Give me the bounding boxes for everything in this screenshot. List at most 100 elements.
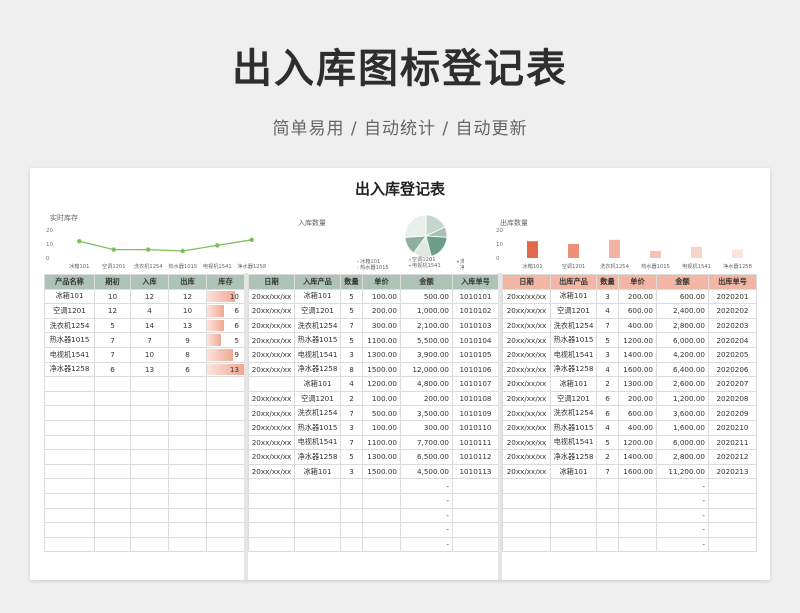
table-cell[interactable]: 600.00 <box>618 405 657 421</box>
table-cell[interactable] <box>248 478 295 494</box>
table-cell[interactable] <box>206 463 245 480</box>
table-cell[interactable] <box>130 522 169 538</box>
table-cell[interactable]: 20xx/xx/xx <box>248 317 295 334</box>
table-cell[interactable]: 100.00 <box>362 288 401 305</box>
table-cell[interactable]: 6 <box>168 361 207 378</box>
table-cell[interactable]: - <box>656 492 709 509</box>
table-cell[interactable]: 20xx/xx/xx <box>502 376 551 392</box>
table-cell[interactable] <box>708 522 757 538</box>
table-cell[interactable] <box>94 463 131 480</box>
table-cell[interactable] <box>168 390 207 407</box>
table-cell[interactable]: 冰箱101 <box>294 463 341 480</box>
table-cell[interactable]: 6 <box>596 405 619 421</box>
table-cell[interactable] <box>550 478 597 494</box>
table-cell[interactable]: 冰箱101 <box>294 376 341 392</box>
table-cell[interactable]: - <box>656 536 709 553</box>
stock-level-cell[interactable]: 10 <box>206 288 245 305</box>
table-cell[interactable] <box>206 434 245 451</box>
table-cell[interactable]: 6 <box>94 361 131 378</box>
table-cell[interactable]: 10 <box>168 303 207 319</box>
table-cell[interactable] <box>44 449 95 465</box>
table-cell[interactable]: 2020205 <box>708 346 757 363</box>
table-cell[interactable]: 净水器1258 <box>550 361 597 378</box>
table-cell[interactable]: 9 <box>168 332 207 348</box>
table-cell[interactable]: 2020204 <box>708 332 757 348</box>
table-cell[interactable] <box>168 463 207 480</box>
table-cell[interactable] <box>452 522 499 538</box>
table-cell[interactable] <box>206 390 245 407</box>
table-cell[interactable]: 600.00 <box>618 303 657 319</box>
table-cell[interactable] <box>596 478 619 494</box>
table-cell[interactable] <box>708 507 757 524</box>
table-cell[interactable]: 20xx/xx/xx <box>248 419 295 436</box>
table-cell[interactable]: 2,800.00 <box>656 449 709 465</box>
table-cell[interactable]: 20xx/xx/xx <box>502 361 551 378</box>
table-cell[interactable]: 20xx/xx/xx <box>502 332 551 348</box>
table-cell[interactable] <box>502 478 551 494</box>
table-cell[interactable]: 1200.00 <box>618 434 657 451</box>
table-cell[interactable]: 1010110 <box>452 419 499 436</box>
table-cell[interactable]: 1500.00 <box>362 361 401 378</box>
table-cell[interactable]: 热水器1015 <box>550 419 597 436</box>
table-cell[interactable]: 热水器1015 <box>550 332 597 348</box>
table-cell[interactable]: 1400.00 <box>618 449 657 465</box>
table-cell[interactable]: 20xx/xx/xx <box>248 405 295 421</box>
table-cell[interactable]: 7,700.00 <box>400 434 453 451</box>
table-cell[interactable]: 3,500.00 <box>400 405 453 421</box>
table-cell[interactable] <box>550 492 597 509</box>
table-cell[interactable] <box>94 478 131 494</box>
table-cell[interactable] <box>130 390 169 407</box>
table-cell[interactable]: 10 <box>94 288 131 305</box>
table-cell[interactable]: 100.00 <box>362 419 401 436</box>
table-cell[interactable]: 空调1201 <box>294 390 341 407</box>
table-cell[interactable]: 冰箱101 <box>550 288 597 305</box>
table-cell[interactable] <box>44 522 95 538</box>
table-cell[interactable] <box>618 478 657 494</box>
table-cell[interactable]: 8 <box>340 361 363 378</box>
table-cell[interactable] <box>168 434 207 451</box>
table-cell[interactable] <box>294 492 341 509</box>
table-cell[interactable] <box>248 522 295 538</box>
table-cell[interactable] <box>168 449 207 465</box>
table-cell[interactable]: 洗衣机1254 <box>294 317 341 334</box>
table-cell[interactable]: 5 <box>340 303 363 319</box>
table-cell[interactable] <box>94 405 131 421</box>
table-cell[interactable] <box>44 463 95 480</box>
table-cell[interactable]: 净水器1258 <box>550 449 597 465</box>
table-cell[interactable] <box>206 419 245 436</box>
table-cell[interactable]: 6,400.00 <box>656 361 709 378</box>
table-cell[interactable]: 5 <box>94 317 131 334</box>
table-cell[interactable] <box>294 536 341 553</box>
table-cell[interactable] <box>206 522 245 538</box>
table-cell[interactable] <box>618 522 657 538</box>
table-cell[interactable]: 电视机1541 <box>550 434 597 451</box>
table-cell[interactable] <box>168 478 207 494</box>
table-cell[interactable]: 空调1201 <box>550 390 597 407</box>
table-cell[interactable] <box>130 419 169 436</box>
table-cell[interactable]: 空调1201 <box>44 303 95 319</box>
table-cell[interactable]: 20xx/xx/xx <box>502 303 551 319</box>
table-cell[interactable]: 1010112 <box>452 449 499 465</box>
stock-level-cell[interactable]: 13 <box>206 361 245 378</box>
table-cell[interactable] <box>168 376 207 392</box>
table-cell[interactable]: 3,600.00 <box>656 405 709 421</box>
table-cell[interactable] <box>452 492 499 509</box>
table-cell[interactable] <box>94 434 131 451</box>
table-cell[interactable]: 2020202 <box>708 303 757 319</box>
table-cell[interactable]: 7 <box>94 346 131 363</box>
table-cell[interactable]: 冰箱101 <box>294 288 341 305</box>
inbound-column-header[interactable]: 入库产品 <box>294 274 341 290</box>
table-cell[interactable]: 1010108 <box>452 390 499 407</box>
table-cell[interactable] <box>44 419 95 436</box>
table-cell[interactable]: 冰箱101 <box>550 463 597 480</box>
stock-level-cell[interactable]: 6 <box>206 303 245 319</box>
table-cell[interactable]: 5,500.00 <box>400 332 453 348</box>
table-cell[interactable]: 7 <box>94 332 131 348</box>
table-cell[interactable] <box>248 507 295 524</box>
table-cell[interactable]: 2,800.00 <box>656 317 709 334</box>
outbound-column-header[interactable]: 金额 <box>656 274 709 290</box>
summary-column-header[interactable]: 入库 <box>130 274 169 290</box>
table-cell[interactable]: 1010101 <box>452 288 499 305</box>
table-cell[interactable]: 7 <box>596 317 619 334</box>
table-cell[interactable]: 2 <box>596 376 619 392</box>
